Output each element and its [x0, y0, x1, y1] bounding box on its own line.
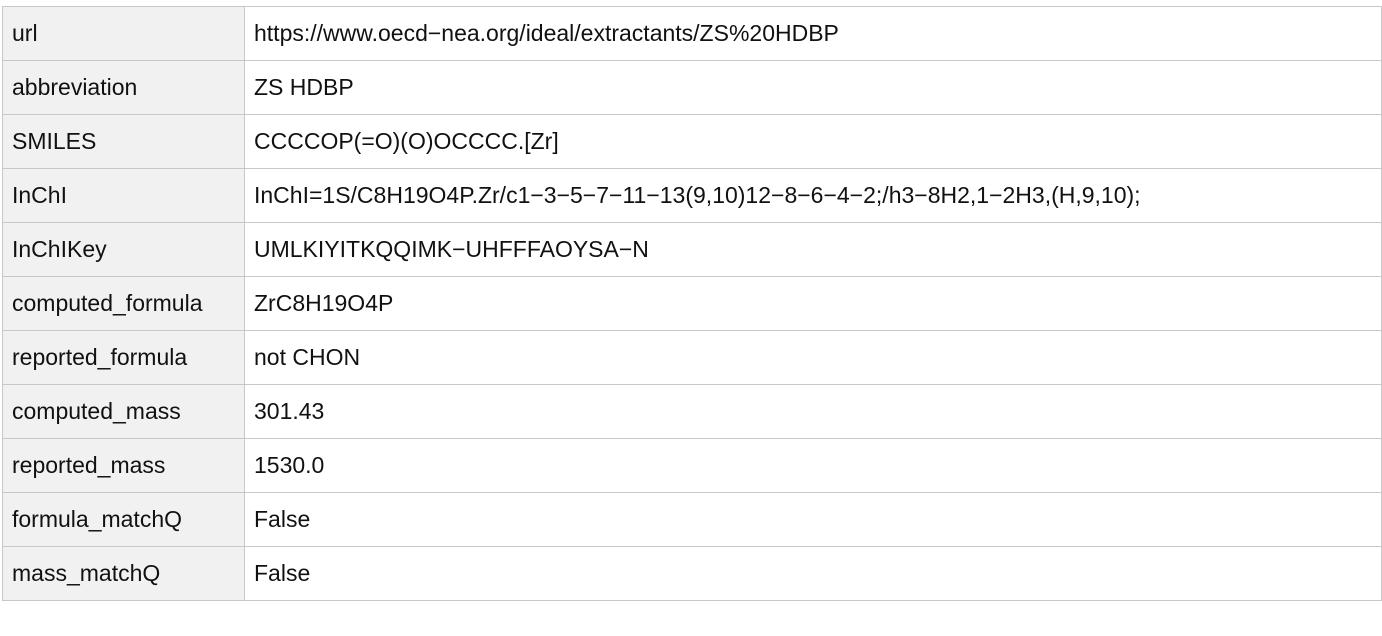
- property-key: mass_matchQ: [2, 546, 245, 601]
- table-row-inchi: InChI InChI=1S/C8H19O4P.Zr/c1−3−5−7−11−1…: [2, 168, 1382, 223]
- table-row-computed-mass: computed_mass 301.43: [2, 384, 1382, 439]
- table-row-mass-matchq: mass_matchQ False: [2, 546, 1382, 601]
- table-row-formula-matchq: formula_matchQ False: [2, 492, 1382, 547]
- property-key: url: [2, 6, 245, 61]
- property-key: computed_mass: [2, 384, 245, 439]
- property-value: False: [244, 546, 1382, 601]
- property-value: 301.43: [244, 384, 1382, 439]
- property-key: InChIKey: [2, 222, 245, 277]
- properties-table: url https://www.oecd−nea.org/ideal/extra…: [2, 6, 1382, 601]
- property-key: abbreviation: [2, 60, 245, 115]
- property-key: computed_formula: [2, 276, 245, 331]
- property-key: SMILES: [2, 114, 245, 169]
- table-row-inchikey: InChIKey UMLKIYITKQQIMK−UHFFFAOYSA−N: [2, 222, 1382, 277]
- table-row-abbreviation: abbreviation ZS HDBP: [2, 60, 1382, 115]
- table-row-computed-formula: computed_formula ZrC8H19O4P: [2, 276, 1382, 331]
- table-row-reported-mass: reported_mass 1530.0: [2, 438, 1382, 493]
- table-row-smiles: SMILES CCCCOP(=O)(O)OCCCC.[Zr]: [2, 114, 1382, 169]
- properties-table-container: url https://www.oecd−nea.org/ideal/extra…: [2, 6, 1382, 601]
- property-value: False: [244, 492, 1382, 547]
- property-key: reported_mass: [2, 438, 245, 493]
- property-value: InChI=1S/C8H19O4P.Zr/c1−3−5−7−11−13(9,10…: [244, 168, 1382, 223]
- property-value: 1530.0: [244, 438, 1382, 493]
- table-row-url: url https://www.oecd−nea.org/ideal/extra…: [2, 6, 1382, 61]
- property-value: CCCCOP(=O)(O)OCCCC.[Zr]: [244, 114, 1382, 169]
- property-key: InChI: [2, 168, 245, 223]
- property-key: formula_matchQ: [2, 492, 245, 547]
- property-value: ZS HDBP: [244, 60, 1382, 115]
- property-value: https://www.oecd−nea.org/ideal/extractan…: [244, 6, 1382, 61]
- table-row-reported-formula: reported_formula not CHON: [2, 330, 1382, 385]
- property-value: not CHON: [244, 330, 1382, 385]
- property-value: ZrC8H19O4P: [244, 276, 1382, 331]
- property-value: UMLKIYITKQQIMK−UHFFFAOYSA−N: [244, 222, 1382, 277]
- property-key: reported_formula: [2, 330, 245, 385]
